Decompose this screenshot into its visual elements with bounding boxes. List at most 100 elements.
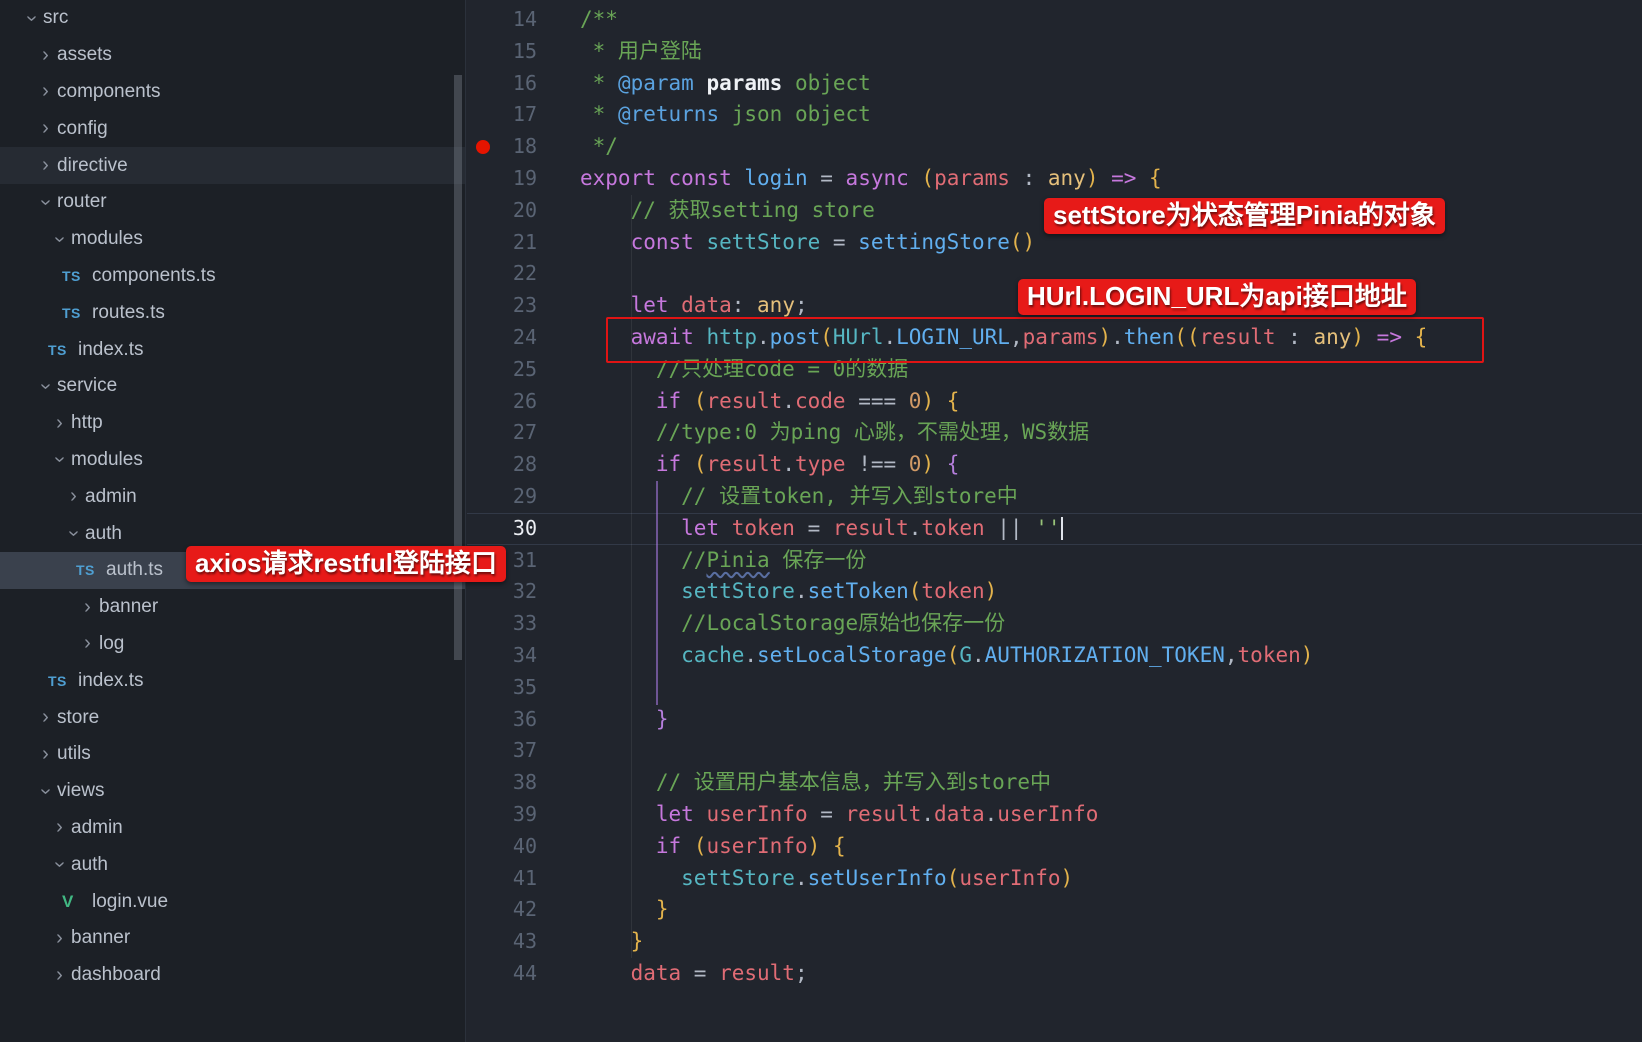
code-line-26[interactable]: 26 if (result.code === 0) { [467,386,1642,418]
gutter[interactable]: 18 [467,131,580,163]
folder-item-service[interactable]: ›service [0,368,465,405]
gutter[interactable]: 36 [467,704,580,736]
gutter[interactable]: 21 [467,227,580,259]
indent-guide [631,195,632,958]
folder-item-dashboard[interactable]: ›dashboard [0,957,465,994]
file-item-index.ts[interactable]: TSindex.ts [0,331,465,368]
code-line-38[interactable]: 38 // 设置用户基本信息，并写入到store中 [467,767,1642,799]
code-token: ( [947,866,960,890]
gutter[interactable]: 20 [467,195,580,227]
code-line-30[interactable]: 30 let token = result.token || '' [467,513,1642,545]
folder-item-log[interactable]: ›log [0,626,465,663]
code-token: => [1098,166,1149,190]
code-token: * [580,71,618,95]
folder-item-views[interactable]: ›views [0,773,465,810]
code-line-43[interactable]: 43 } [467,926,1642,958]
code-token: ; [795,293,808,317]
file-item-routes.ts[interactable]: TSroutes.ts [0,294,465,331]
code-line-31[interactable]: 31 //Pinia 保存一份 [467,545,1642,577]
code-line-19[interactable]: 19export const login = async (params : a… [467,163,1642,195]
gutter[interactable]: 25 [467,354,580,386]
folder-item-store[interactable]: ›store [0,699,465,736]
file-item-index.ts[interactable]: TSindex.ts [0,662,465,699]
tree-item-label: utils [57,743,91,765]
folder-item-assets[interactable]: ›assets [0,37,465,74]
code-token: = [808,166,846,190]
gutter[interactable]: 17 [467,99,580,131]
gutter[interactable]: 26 [467,386,580,418]
code-line-29[interactable]: 29 // 设置token, 并写入到store中 [467,481,1642,513]
gutter[interactable]: 34 [467,640,580,672]
code-token: ( [921,166,934,190]
code-line-32[interactable]: 32 settStore.setToken(token) [467,576,1642,608]
folder-item-modules[interactable]: ›modules [0,442,465,479]
gutter[interactable]: 33 [467,608,580,640]
line-number: 40 [467,831,537,863]
code-line-33[interactable]: 33 //LocalStorage原始也保存一份 [467,608,1642,640]
gutter[interactable]: 14 [467,4,580,36]
gutter[interactable]: 41 [467,863,580,895]
breakpoint-icon[interactable] [476,140,490,154]
gutter[interactable]: 24 [467,322,580,354]
folder-item-directive[interactable]: ›directive [0,147,465,184]
gutter[interactable]: 29 [467,481,580,513]
folder-item-http[interactable]: ›http [0,405,465,442]
gutter[interactable]: 42 [467,894,580,926]
code-line-40[interactable]: 40 if (userInfo) { [467,831,1642,863]
gutter[interactable]: 39 [467,799,580,831]
gutter[interactable]: 16 [467,68,580,100]
code-token: setUserInfo [808,866,947,890]
line-number: 42 [467,894,537,926]
folder-item-admin[interactable]: ›admin [0,810,465,847]
code-token: setToken [808,579,909,603]
code-line-39[interactable]: 39 let userInfo = result.data.userInfo [467,799,1642,831]
code-line-28[interactable]: 28 if (result.type !== 0) { [467,449,1642,481]
code-token: data [934,802,985,826]
folder-item-src[interactable]: ›src [0,0,465,37]
folder-item-modules[interactable]: ›modules [0,221,465,258]
code-line-36[interactable]: 36 } [467,704,1642,736]
code-line-42[interactable]: 42 } [467,894,1642,926]
folder-item-components[interactable]: ›components [0,74,465,111]
gutter[interactable]: 35 [467,672,580,704]
folder-item-router[interactable]: ›router [0,184,465,221]
code-line-15[interactable]: 15 * 用户登陆 [467,36,1642,68]
gutter[interactable]: 38 [467,767,580,799]
tree-item-label: assets [57,44,112,66]
code-line-34[interactable]: 34 cache.setLocalStorage(G.AUTHORIZATION… [467,640,1642,672]
code-token: ( [694,452,707,476]
gutter[interactable]: 37 [467,735,580,767]
code-token [580,420,656,444]
gutter[interactable]: 22 [467,258,580,290]
folder-item-banner[interactable]: ›banner [0,920,465,957]
gutter[interactable]: 30 [467,513,580,545]
code-line-44[interactable]: 44 data = result; [467,958,1642,990]
gutter[interactable]: 23 [467,290,580,322]
folder-item-utils[interactable]: ›utils [0,736,465,773]
code-line-35[interactable]: 35 [467,672,1642,704]
code-line-18[interactable]: 18 */ [467,131,1642,163]
gutter[interactable]: 40 [467,831,580,863]
code-line-27[interactable]: 27 //type:0 为ping 心跳，不需处理，WS数据 [467,417,1642,449]
gutter[interactable]: 28 [467,449,580,481]
file-item-components.ts[interactable]: TScomponents.ts [0,258,465,295]
gutter[interactable]: 15 [467,36,580,68]
folder-item-config[interactable]: ›config [0,110,465,147]
code-line-37[interactable]: 37 [467,735,1642,767]
gutter[interactable]: 43 [467,926,580,958]
code-line-14[interactable]: 14/** [467,4,1642,36]
folder-item-auth[interactable]: ›auth [0,846,465,883]
file-item-login.vue[interactable]: Vlogin.vue [0,883,465,920]
folder-item-banner[interactable]: ›banner [0,589,465,626]
code-text: // 设置token, 并写入到store中 [580,481,1642,513]
code-token: = [820,230,858,254]
code-line-41[interactable]: 41 settStore.setUserInfo(userInfo) [467,863,1642,895]
tree-item-label: auth.ts [106,559,163,581]
code-token: ) [1061,866,1074,890]
gutter[interactable]: 19 [467,163,580,195]
code-line-17[interactable]: 17 * @returns json object [467,99,1642,131]
gutter[interactable]: 27 [467,417,580,449]
folder-item-admin[interactable]: ›admin [0,478,465,515]
code-line-16[interactable]: 16 * @param params object [467,68,1642,100]
gutter[interactable]: 44 [467,958,580,990]
